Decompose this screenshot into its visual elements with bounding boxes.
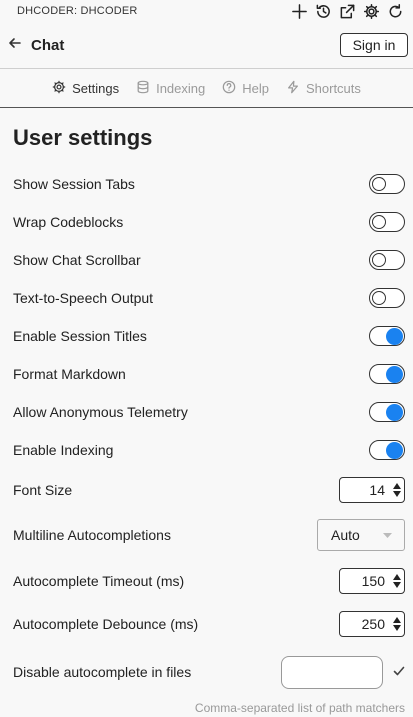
setting-disable-autocomplete-files: Disable autocomplete in files xyxy=(0,645,413,699)
chevron-down-icon xyxy=(393,625,401,631)
setting-label: Multiline Autocompletions xyxy=(13,527,171,543)
settings-tabs: Settings Indexing Help Shortcuts xyxy=(0,69,413,108)
stepper-value: 14 xyxy=(369,482,385,498)
debounce-stepper[interactable]: 250 xyxy=(339,611,405,637)
setting-toggle-row: Allow Anonymous Telemetry xyxy=(0,393,413,431)
setting-toggle-row: Enable Session Titles xyxy=(0,317,413,355)
toggle-switch[interactable] xyxy=(369,440,405,460)
database-icon xyxy=(136,80,150,97)
chevron-up-icon xyxy=(393,617,401,623)
path-matchers-hint: Comma-separated list of path matchers xyxy=(194,701,405,715)
toggle-switch[interactable] xyxy=(369,364,405,384)
setting-label: Wrap Codeblocks xyxy=(13,214,124,230)
setting-toggle-row: Show Session Tabs xyxy=(0,165,413,203)
refresh-icon[interactable] xyxy=(386,2,405,21)
bolt-icon xyxy=(286,80,300,97)
toggle-switch[interactable] xyxy=(369,212,405,232)
stepper-value: 250 xyxy=(361,616,385,632)
path-matchers-input[interactable] xyxy=(281,655,383,689)
tab-settings[interactable]: Settings xyxy=(52,80,119,97)
toggle-knob xyxy=(386,403,403,421)
timeout-stepper[interactable]: 150 xyxy=(339,568,405,594)
tab-shortcuts[interactable]: Shortcuts xyxy=(286,80,361,97)
setting-label: Allow Anonymous Telemetry xyxy=(13,404,188,420)
window-title: DHCODER: DHCODER xyxy=(17,5,138,17)
multiline-select[interactable]: Auto xyxy=(317,519,405,551)
gear-icon xyxy=(52,80,66,97)
toggle-switch[interactable] xyxy=(369,402,405,422)
setting-label: Autocomplete Debounce (ms) xyxy=(13,616,199,632)
chevron-down-icon xyxy=(393,491,401,497)
toggle-knob xyxy=(386,365,403,383)
setting-toggle-row: Show Chat Scrollbar xyxy=(0,241,413,279)
select-value: Auto xyxy=(331,527,360,543)
setting-label: Autocomplete Timeout (ms) xyxy=(13,573,185,589)
stepper-arrows[interactable] xyxy=(393,617,401,631)
chevron-up-icon xyxy=(393,574,401,580)
tab-label: Settings xyxy=(72,80,120,96)
toggle-knob xyxy=(371,290,386,305)
toggle-switch[interactable] xyxy=(369,174,405,194)
setting-toggle-row: Enable Indexing xyxy=(0,431,413,469)
checkmark-icon[interactable] xyxy=(393,664,405,680)
setting-toggle-row: Wrap Codeblocks xyxy=(0,203,413,241)
stepper-arrows[interactable] xyxy=(393,483,401,497)
toggle-knob xyxy=(386,327,403,345)
history-icon[interactable] xyxy=(314,2,333,21)
chat-title: Chat xyxy=(31,36,65,54)
tab-label: Shortcuts xyxy=(305,80,361,96)
setting-label: Enable Session Titles xyxy=(13,328,147,344)
plus-icon[interactable] xyxy=(290,2,309,21)
help-circle-icon xyxy=(222,80,236,97)
font-size-stepper[interactable]: 14 xyxy=(339,477,405,503)
setting-label: Font Size xyxy=(13,482,73,498)
toggle-knob xyxy=(371,176,386,191)
gear-icon[interactable] xyxy=(362,2,381,21)
toggle-switch[interactable] xyxy=(369,250,405,270)
tab-label: Help xyxy=(242,80,269,96)
chevron-down-icon xyxy=(393,582,401,588)
top-bar-actions xyxy=(290,2,405,21)
toggle-knob xyxy=(371,252,386,267)
setting-toggle-row: Format Markdown xyxy=(0,355,413,393)
toggle-switch[interactable] xyxy=(369,326,405,346)
tab-label: Indexing xyxy=(156,80,206,96)
sign-in-button[interactable]: Sign in xyxy=(340,33,408,57)
arrow-left-icon[interactable] xyxy=(7,35,23,56)
setting-label: Show Session Tabs xyxy=(13,176,135,192)
tab-help[interactable]: Help xyxy=(222,80,269,97)
setting-label: Disable autocomplete in files xyxy=(13,664,192,680)
setting-label: Format Markdown xyxy=(13,366,126,382)
toggle-switch[interactable] xyxy=(369,288,405,308)
setting-label: Show Chat Scrollbar xyxy=(13,252,141,268)
setting-multiline-autocompletions: Multiline Autocompletions Auto xyxy=(0,511,413,559)
setting-toggle-row: Text-to-Speech Output xyxy=(0,279,413,317)
toggle-knob xyxy=(386,441,403,459)
chevron-up-icon xyxy=(393,483,401,489)
toggle-settings-list: Show Session Tabs Wrap Codeblocks Show Cha… xyxy=(0,165,413,469)
top-bar: DHCODER: DHCODER xyxy=(0,0,413,22)
setting-label: Enable Indexing xyxy=(13,442,114,458)
setting-autocomplete-debounce: Autocomplete Debounce (ms) 250 xyxy=(0,603,413,645)
setting-label: Text-to-Speech Output xyxy=(13,290,154,306)
stepper-value: 150 xyxy=(361,573,385,589)
chat-header: Chat Sign in xyxy=(0,22,413,69)
chevron-down-icon xyxy=(383,532,392,538)
setting-autocomplete-timeout: Autocomplete Timeout (ms) 150 xyxy=(0,559,413,603)
page-title: User settings xyxy=(13,125,153,150)
tab-indexing[interactable]: Indexing xyxy=(136,80,205,97)
setting-font-size: Font Size 14 xyxy=(0,469,413,511)
open-external-icon[interactable] xyxy=(338,2,357,21)
stepper-arrows[interactable] xyxy=(393,574,401,588)
toggle-knob xyxy=(371,214,386,229)
